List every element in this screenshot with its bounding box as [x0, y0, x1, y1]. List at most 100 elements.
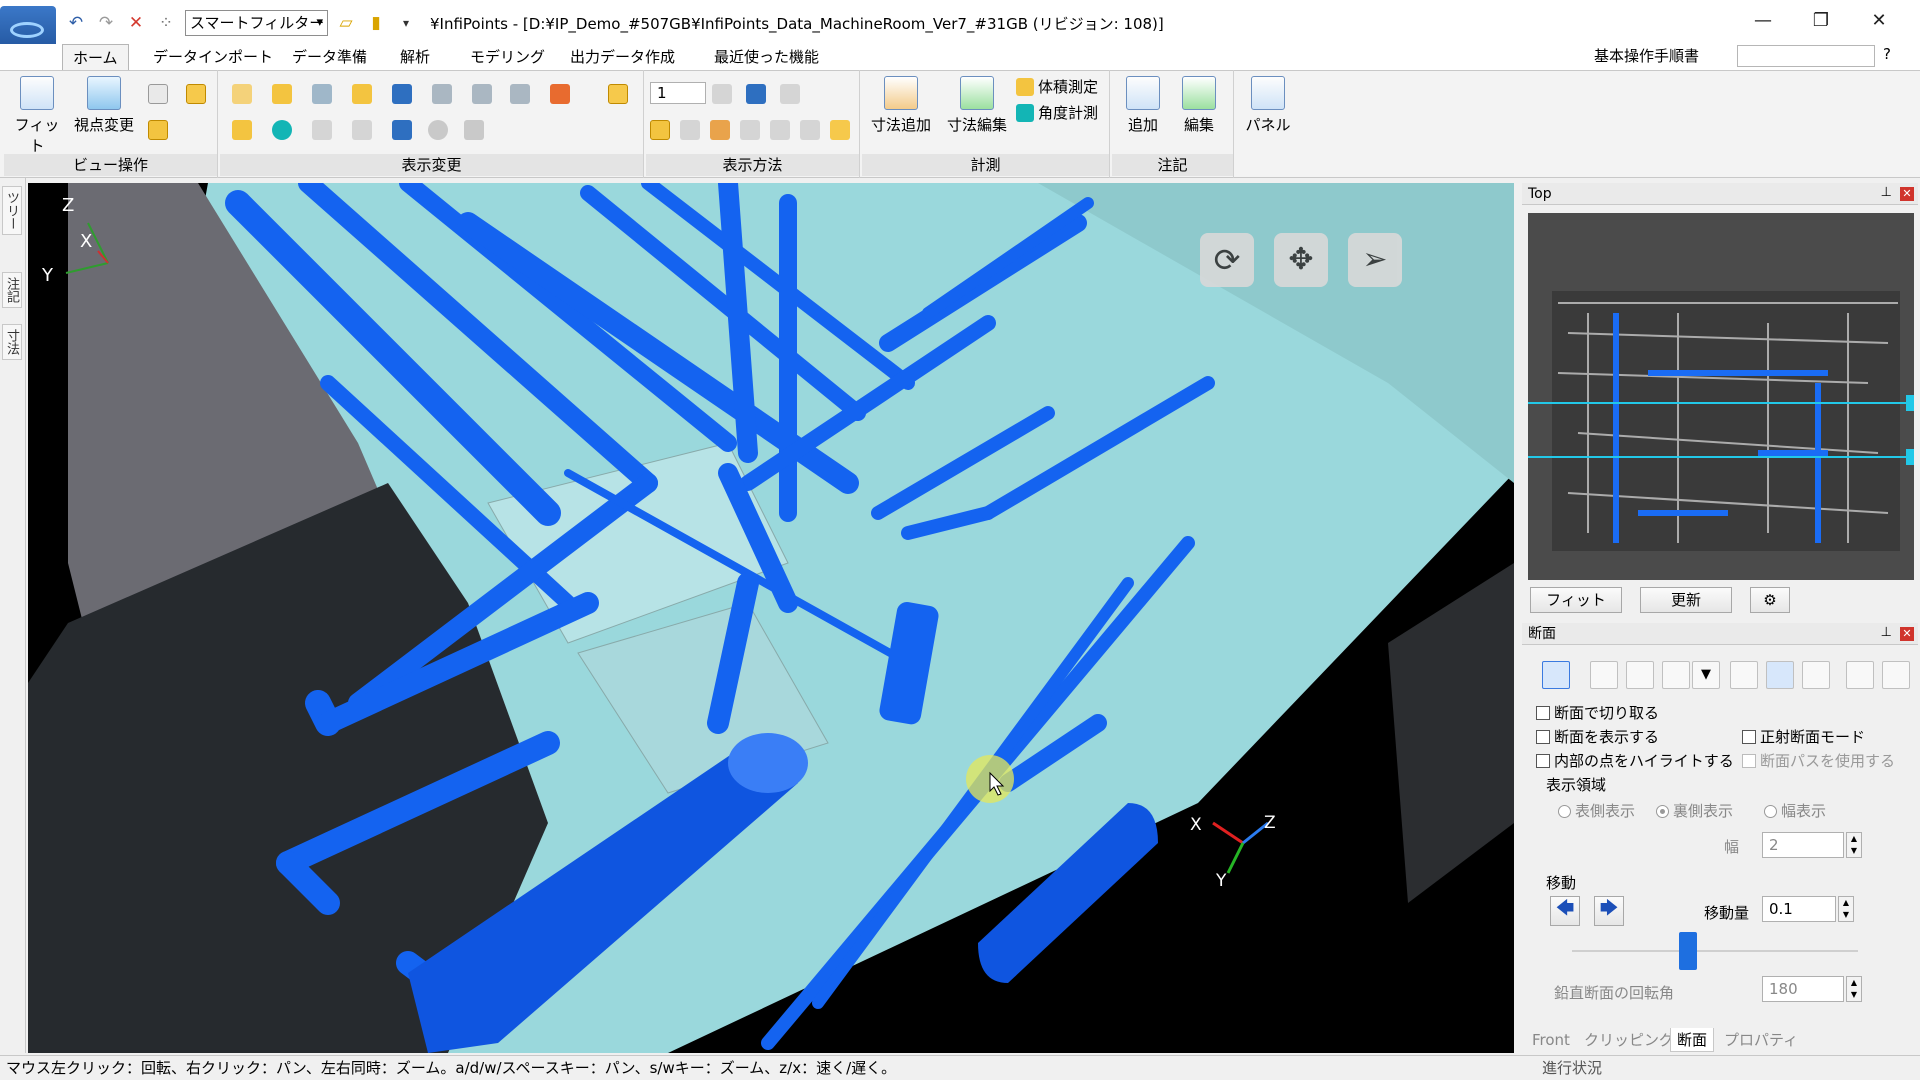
move-slider-thumb[interactable]: [1679, 932, 1698, 970]
scan-icon[interactable]: [472, 84, 492, 104]
orbit-mode-icon[interactable]: ⟳: [1200, 233, 1254, 287]
render-mode-6-icon[interactable]: [800, 120, 820, 140]
texture-icon[interactable]: [352, 120, 372, 140]
eraser-icon[interactable]: ▱: [336, 13, 356, 33]
points-icon[interactable]: ⁘: [156, 13, 176, 33]
top-settings-icon[interactable]: ⚙: [1750, 587, 1790, 613]
render-mode-5-icon[interactable]: [770, 120, 790, 140]
tab-analysis[interactable]: 解析: [390, 44, 440, 70]
group-icon[interactable]: [510, 84, 530, 104]
smart-filter-select[interactable]: スマートフィルター: [185, 10, 328, 36]
section-tool-3-icon[interactable]: [1626, 661, 1654, 689]
manual-link[interactable]: 基本操作手順書: [1594, 45, 1699, 66]
fit-button[interactable]: フィット: [12, 76, 62, 156]
panel-button[interactable]: パネル: [1240, 76, 1296, 135]
tab-modeling[interactable]: モデリング: [460, 44, 555, 70]
box-icon[interactable]: [432, 84, 452, 104]
move-amount-input[interactable]: 0.1: [1762, 896, 1836, 922]
section-tool-1-icon[interactable]: [1542, 661, 1570, 689]
bottom-tab-section[interactable]: 断面: [1670, 1028, 1715, 1052]
layer-icon[interactable]: [272, 84, 292, 104]
section-pin-icon[interactable]: ⊥: [1881, 625, 1892, 640]
dim-add-button[interactable]: 寸法追加: [864, 76, 938, 135]
checkbox-show-section[interactable]: 断面を表示する: [1536, 726, 1659, 747]
bottom-tab-front[interactable]: Front: [1526, 1028, 1576, 1052]
points-small-icon[interactable]: [712, 84, 732, 104]
plane-icon[interactable]: [312, 84, 332, 104]
tab-home[interactable]: ホーム: [62, 44, 129, 70]
radio-width[interactable]: 幅表示: [1764, 800, 1826, 821]
sphere-icon[interactable]: [272, 120, 292, 140]
checkbox-cut-by-section[interactable]: 断面で切り取る: [1536, 702, 1659, 723]
left-tab-tree[interactable]: ツリー: [2, 186, 22, 235]
width-spinner[interactable]: ▲ ▼: [1846, 832, 1862, 858]
section-tool-8-icon[interactable]: [1882, 661, 1910, 689]
section-panel-close-icon[interactable]: ✕: [1900, 627, 1914, 641]
annotation-add-button[interactable]: 追加: [1116, 76, 1170, 135]
checkbox-use-section-path[interactable]: 断面パスを使用する: [1742, 750, 1895, 771]
rotation-spinner[interactable]: ▲ ▼: [1846, 976, 1862, 1002]
move-right-button[interactable]: 🡆: [1594, 896, 1624, 926]
move-left-button[interactable]: 🡄: [1550, 896, 1580, 926]
pin-icon[interactable]: ⊥: [1881, 185, 1892, 200]
object-icon[interactable]: [232, 120, 252, 140]
tab-output[interactable]: 出力データ作成: [560, 44, 685, 70]
left-tab-annotation[interactable]: 注記: [2, 272, 22, 308]
section-settings-icon[interactable]: [1846, 661, 1874, 689]
help-icon[interactable]: ?: [1883, 45, 1891, 63]
grid-icon[interactable]: [392, 84, 412, 104]
maximize-button[interactable]: ❐: [1798, 4, 1844, 38]
top-panel-close-icon[interactable]: ✕: [1900, 187, 1914, 201]
top-refresh-button[interactable]: 更新: [1640, 587, 1732, 613]
section-tool-5-icon[interactable]: [1730, 661, 1758, 689]
volume-button[interactable]: 体積測定: [1038, 76, 1098, 97]
settings-icon[interactable]: [428, 120, 448, 140]
undo-icon[interactable]: ↶: [66, 13, 86, 33]
radio-back[interactable]: 裏側表示: [1656, 800, 1733, 821]
checkbox-ortho-mode[interactable]: 正射断面モード: [1742, 726, 1865, 747]
marker-icon[interactable]: [392, 120, 412, 140]
zoom-area-icon[interactable]: [186, 84, 206, 104]
3d-viewport[interactable]: Z X Y X Y Z ⟳ ✥ ➢: [28, 183, 1514, 1053]
cylinder-filter-icon[interactable]: [352, 84, 372, 104]
section-tool-2-icon[interactable]: [1590, 661, 1618, 689]
points-sparse-icon[interactable]: [780, 84, 800, 104]
minimize-button[interactable]: —: [1740, 4, 1786, 38]
width-input[interactable]: 2: [1762, 832, 1844, 858]
checkbox-highlight-inner[interactable]: 内部の点をハイライトする: [1536, 750, 1734, 771]
axis-icon[interactable]: [148, 84, 168, 104]
section-tool-7-icon[interactable]: [1802, 661, 1830, 689]
section-dropdown-icon[interactable]: ▼: [1692, 661, 1720, 689]
render-mode-3-icon[interactable]: [710, 120, 730, 140]
top-view-minimap[interactable]: [1528, 213, 1914, 580]
pan-icon[interactable]: [148, 120, 168, 140]
viewpoint-button[interactable]: 視点変更: [68, 76, 140, 135]
render-mode-4-icon[interactable]: [740, 120, 760, 140]
render-mode-icon[interactable]: [650, 120, 670, 140]
pan-mode-icon[interactable]: ✥: [1274, 233, 1328, 287]
render-mode-2-icon[interactable]: [680, 120, 700, 140]
color-mode-icon[interactable]: [608, 84, 628, 104]
arrow-icon[interactable]: [550, 84, 570, 104]
bottom-tab-clipping[interactable]: クリッピング: [1578, 1028, 1680, 1052]
manual-combo[interactable]: [1737, 45, 1875, 67]
qat-dropdown-icon[interactable]: ▾: [396, 13, 416, 33]
move-slider-track[interactable]: [1572, 932, 1858, 970]
dim-edit-button[interactable]: 寸法編集: [940, 76, 1014, 135]
point-size-select[interactable]: 1: [650, 82, 706, 104]
section-tool-4-icon[interactable]: [1662, 661, 1690, 689]
angle-button[interactable]: 角度計測: [1038, 102, 1098, 123]
top-fit-button[interactable]: フィット: [1530, 587, 1622, 613]
section-tool-6-icon[interactable]: [1766, 661, 1794, 689]
rotation-input[interactable]: 180: [1762, 976, 1844, 1002]
left-tab-dimension[interactable]: 寸法: [2, 324, 22, 360]
annotation-edit-button[interactable]: 編集: [1172, 76, 1226, 135]
tab-data-import[interactable]: データインポート: [143, 44, 283, 70]
close-button[interactable]: ✕: [1856, 4, 1902, 38]
radio-front[interactable]: 表側表示: [1558, 800, 1635, 821]
tab-data-prep[interactable]: データ準備: [282, 44, 377, 70]
point-cloud-icon[interactable]: [232, 84, 252, 104]
mesh-icon[interactable]: [464, 120, 484, 140]
redo-icon[interactable]: ↷: [96, 13, 116, 33]
delete-icon[interactable]: ✕: [126, 13, 146, 33]
